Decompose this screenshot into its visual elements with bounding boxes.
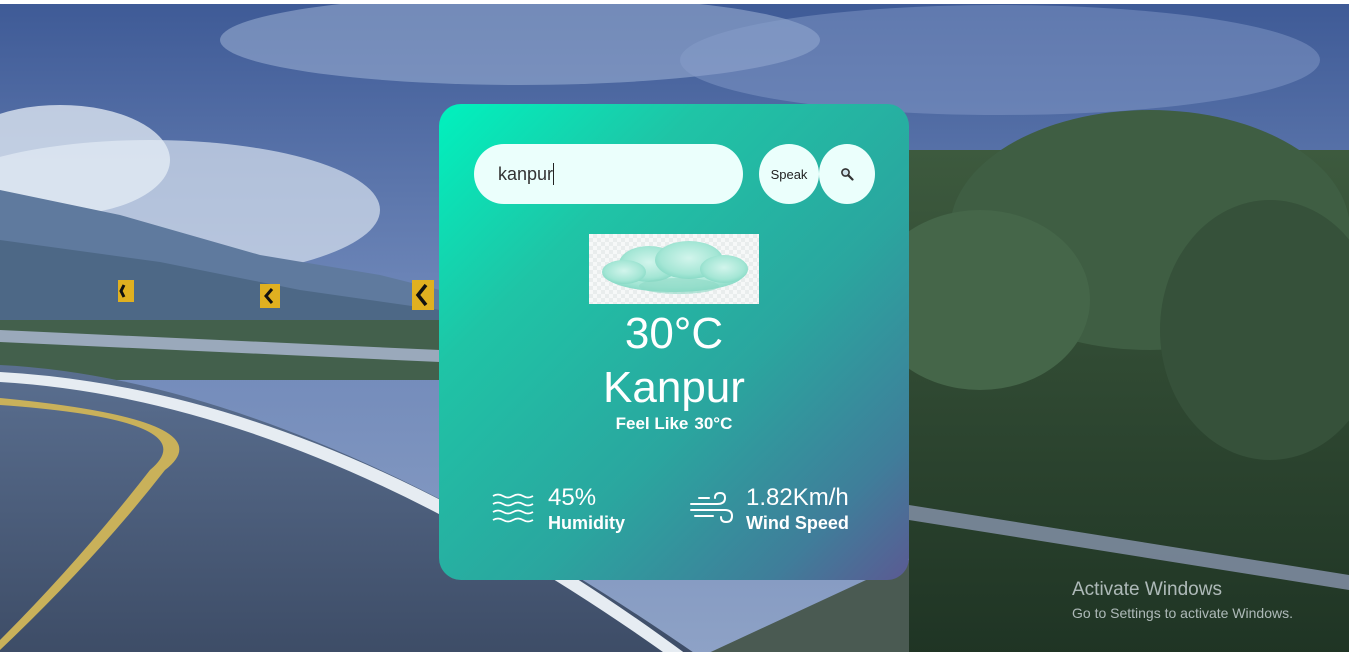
text-caret: [553, 163, 554, 185]
city-name: Kanpur: [603, 363, 745, 412]
search-button[interactable]: [819, 144, 875, 204]
feels-like: Feel Like 30°C: [439, 413, 909, 435]
humidity-value: 45%: [548, 484, 597, 511]
feels-like-value: 30°C: [694, 414, 733, 433]
search-icon: [841, 168, 854, 181]
watermark-subtitle: Go to Settings to activate Windows.: [1072, 605, 1293, 621]
wind-label: Wind Speed: [746, 513, 849, 533]
city-search-input[interactable]: [474, 144, 743, 204]
watermark-title: Activate Windows: [1072, 579, 1222, 600]
clouds-icon: [589, 234, 759, 304]
wind-stat: 1.82Km/h Wind Speed: [689, 484, 869, 534]
feels-like-label: Feel Like: [615, 414, 689, 433]
wind-value: 1.82Km/h: [746, 484, 849, 511]
humidity-label: Humidity: [548, 513, 626, 533]
temperature: 30°C: [624, 309, 724, 358]
humidity-stat: 45% Humidity: [492, 484, 652, 534]
search-bar: Speak: [474, 144, 876, 204]
speak-button[interactable]: Speak: [759, 144, 819, 204]
wind-icon: [690, 492, 733, 524]
weather-card: Speak 30°C Kanpur F: [439, 104, 909, 580]
activate-windows-watermark: Activate Windows Go to Settings to activ…: [1072, 579, 1293, 623]
humidity-icon: [492, 493, 534, 523]
